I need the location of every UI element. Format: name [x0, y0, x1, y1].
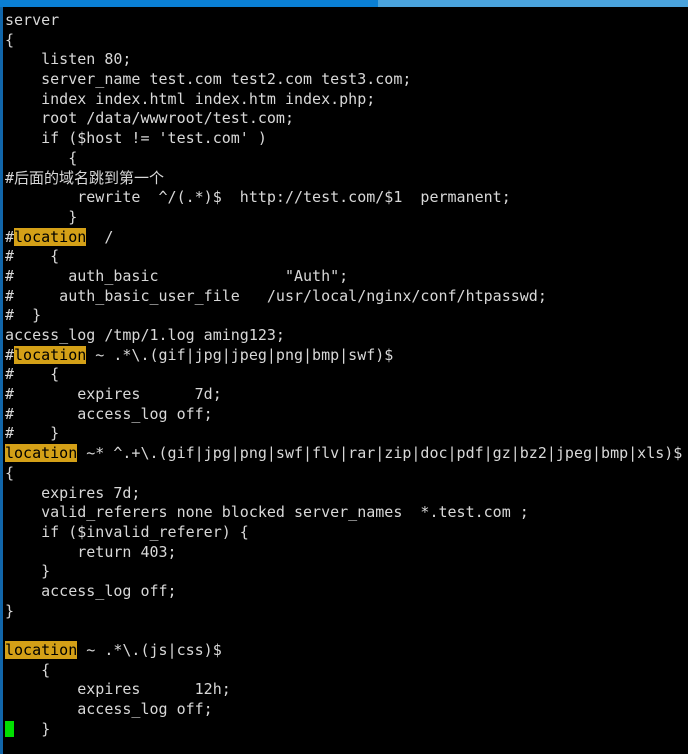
code-text: {: [5, 660, 51, 679]
code-text: {: [5, 148, 78, 167]
code-line[interactable]: [0, 621, 688, 641]
code-text: }: [5, 601, 15, 620]
code-line[interactable]: [0, 739, 688, 754]
code-line[interactable]: access_log off;: [0, 582, 688, 602]
terminal-window[interactable]: server{ listen 80; server_name test.com …: [0, 7, 688, 754]
code-line[interactable]: {: [0, 31, 688, 51]
code-line[interactable]: root /data/wwwroot/test.com;: [0, 109, 688, 129]
code-line[interactable]: # {: [0, 247, 688, 267]
code-line[interactable]: # auth_basic_user_file /usr/local/nginx/…: [0, 287, 688, 307]
code-text: if ($invalid_referer) {: [5, 522, 249, 541]
code-line[interactable]: location ~* ^.+\.(gif|jpg|png|swf|flv|ra…: [0, 444, 688, 464]
text-cursor: [5, 720, 15, 737]
code-line[interactable]: #location ~ .*\.(gif|jpg|jpeg|png|bmp|sw…: [0, 345, 688, 366]
code-line[interactable]: expires 7d;: [0, 484, 688, 504]
code-line[interactable]: expires 12h;: [0, 680, 688, 700]
code-text: access_log /tmp/1.log aming123;: [5, 326, 285, 344]
code-line[interactable]: index index.html index.htm index.php;: [0, 90, 688, 110]
code-line[interactable]: #后面的域名跳到第一个: [0, 169, 688, 189]
code-text: {: [5, 30, 15, 49]
code-line[interactable]: # auth_basic "Auth";: [0, 267, 688, 287]
code-text: if ($host != 'test.com' ): [5, 129, 267, 148]
code-line[interactable]: # }: [0, 424, 688, 444]
code-line[interactable]: # {: [0, 365, 688, 385]
code-text: # }: [5, 306, 42, 325]
code-line[interactable]: return 403;: [0, 543, 688, 563]
code-text: /: [86, 227, 114, 246]
code-text: access_log off;: [5, 581, 177, 600]
code-text: listen 80;: [5, 50, 132, 69]
code-text: #: [5, 345, 15, 364]
code-text: ~ .*\.(gif|jpg|jpeg|png|bmp|swf)$: [86, 345, 394, 364]
code-line[interactable]: }: [0, 720, 688, 740]
code-editor-buffer[interactable]: server{ listen 80; server_name test.com …: [0, 7, 688, 754]
code-line[interactable]: if ($invalid_referer) {: [0, 523, 688, 543]
code-text: }: [5, 562, 51, 581]
code-line[interactable]: access_log off;: [0, 700, 688, 720]
search-match-highlight: location: [14, 227, 87, 246]
code-text: ~* ^.+\.(gif|jpg|png|swf|flv|rar|zip|doc…: [77, 444, 683, 463]
code-text: server_name test.com test2.com test3.com…: [5, 70, 412, 89]
code-text: #: [5, 227, 15, 246]
code-line[interactable]: }: [0, 562, 688, 582]
code-line[interactable]: {: [0, 149, 688, 169]
code-text: # {: [5, 247, 60, 266]
code-text: valid_referers none blocked server_names…: [5, 503, 529, 522]
code-text: index index.html index.htm index.php;: [5, 89, 376, 108]
code-line[interactable]: #location /: [0, 227, 688, 248]
progress-strip: [0, 0, 688, 7]
code-line[interactable]: # expires 7d;: [0, 385, 688, 405]
code-text: root /data/wwwroot/test.com;: [5, 109, 294, 128]
code-text: access_log off;: [5, 700, 213, 719]
code-text: }: [5, 207, 78, 226]
search-match-highlight: location: [5, 444, 78, 463]
code-line[interactable]: rewrite ^/(.*)$ http://test.com/$1 perma…: [0, 188, 688, 208]
code-line[interactable]: # access_log off;: [0, 405, 688, 425]
code-text: return 403;: [5, 542, 177, 561]
code-text: # expires 7d;: [5, 385, 222, 404]
code-line[interactable]: valid_referers none blocked server_names…: [0, 503, 688, 523]
code-line[interactable]: if ($host != 'test.com' ): [0, 129, 688, 149]
code-text: ~ .*\.(js|css)$: [77, 641, 222, 659]
code-text: # auth_basic_user_file /usr/local/nginx/…: [5, 286, 547, 305]
code-text: }: [14, 719, 51, 738]
code-line[interactable]: }: [0, 208, 688, 228]
code-text: {: [5, 463, 15, 482]
code-line[interactable]: listen 80;: [0, 50, 688, 70]
search-match-highlight: location: [5, 641, 78, 659]
code-text: # auth_basic "Auth";: [5, 266, 349, 285]
code-text: # access_log off;: [5, 404, 213, 423]
code-line[interactable]: }: [0, 602, 688, 622]
code-text: # {: [5, 365, 60, 384]
code-line[interactable]: server_name test.com test2.com test3.com…: [0, 70, 688, 90]
code-line[interactable]: {: [0, 661, 688, 681]
progress-strip-fill: [0, 0, 379, 7]
code-text: expires 7d;: [5, 483, 141, 502]
code-text: # }: [5, 424, 60, 443]
code-text: expires 12h;: [5, 680, 231, 699]
code-line[interactable]: server: [0, 11, 688, 31]
code-line[interactable]: access_log /tmp/1.log aming123;: [0, 326, 688, 346]
search-match-highlight: location: [14, 345, 87, 364]
code-line[interactable]: {: [0, 464, 688, 484]
code-text: server: [5, 11, 60, 29]
code-text: rewrite ^/(.*)$ http://test.com/$1 perma…: [5, 188, 511, 207]
code-line[interactable]: location ~ .*\.(js|css)$: [0, 641, 688, 661]
code-line[interactable]: # }: [0, 306, 688, 326]
code-text: #后面的域名跳到第一个: [5, 168, 165, 187]
